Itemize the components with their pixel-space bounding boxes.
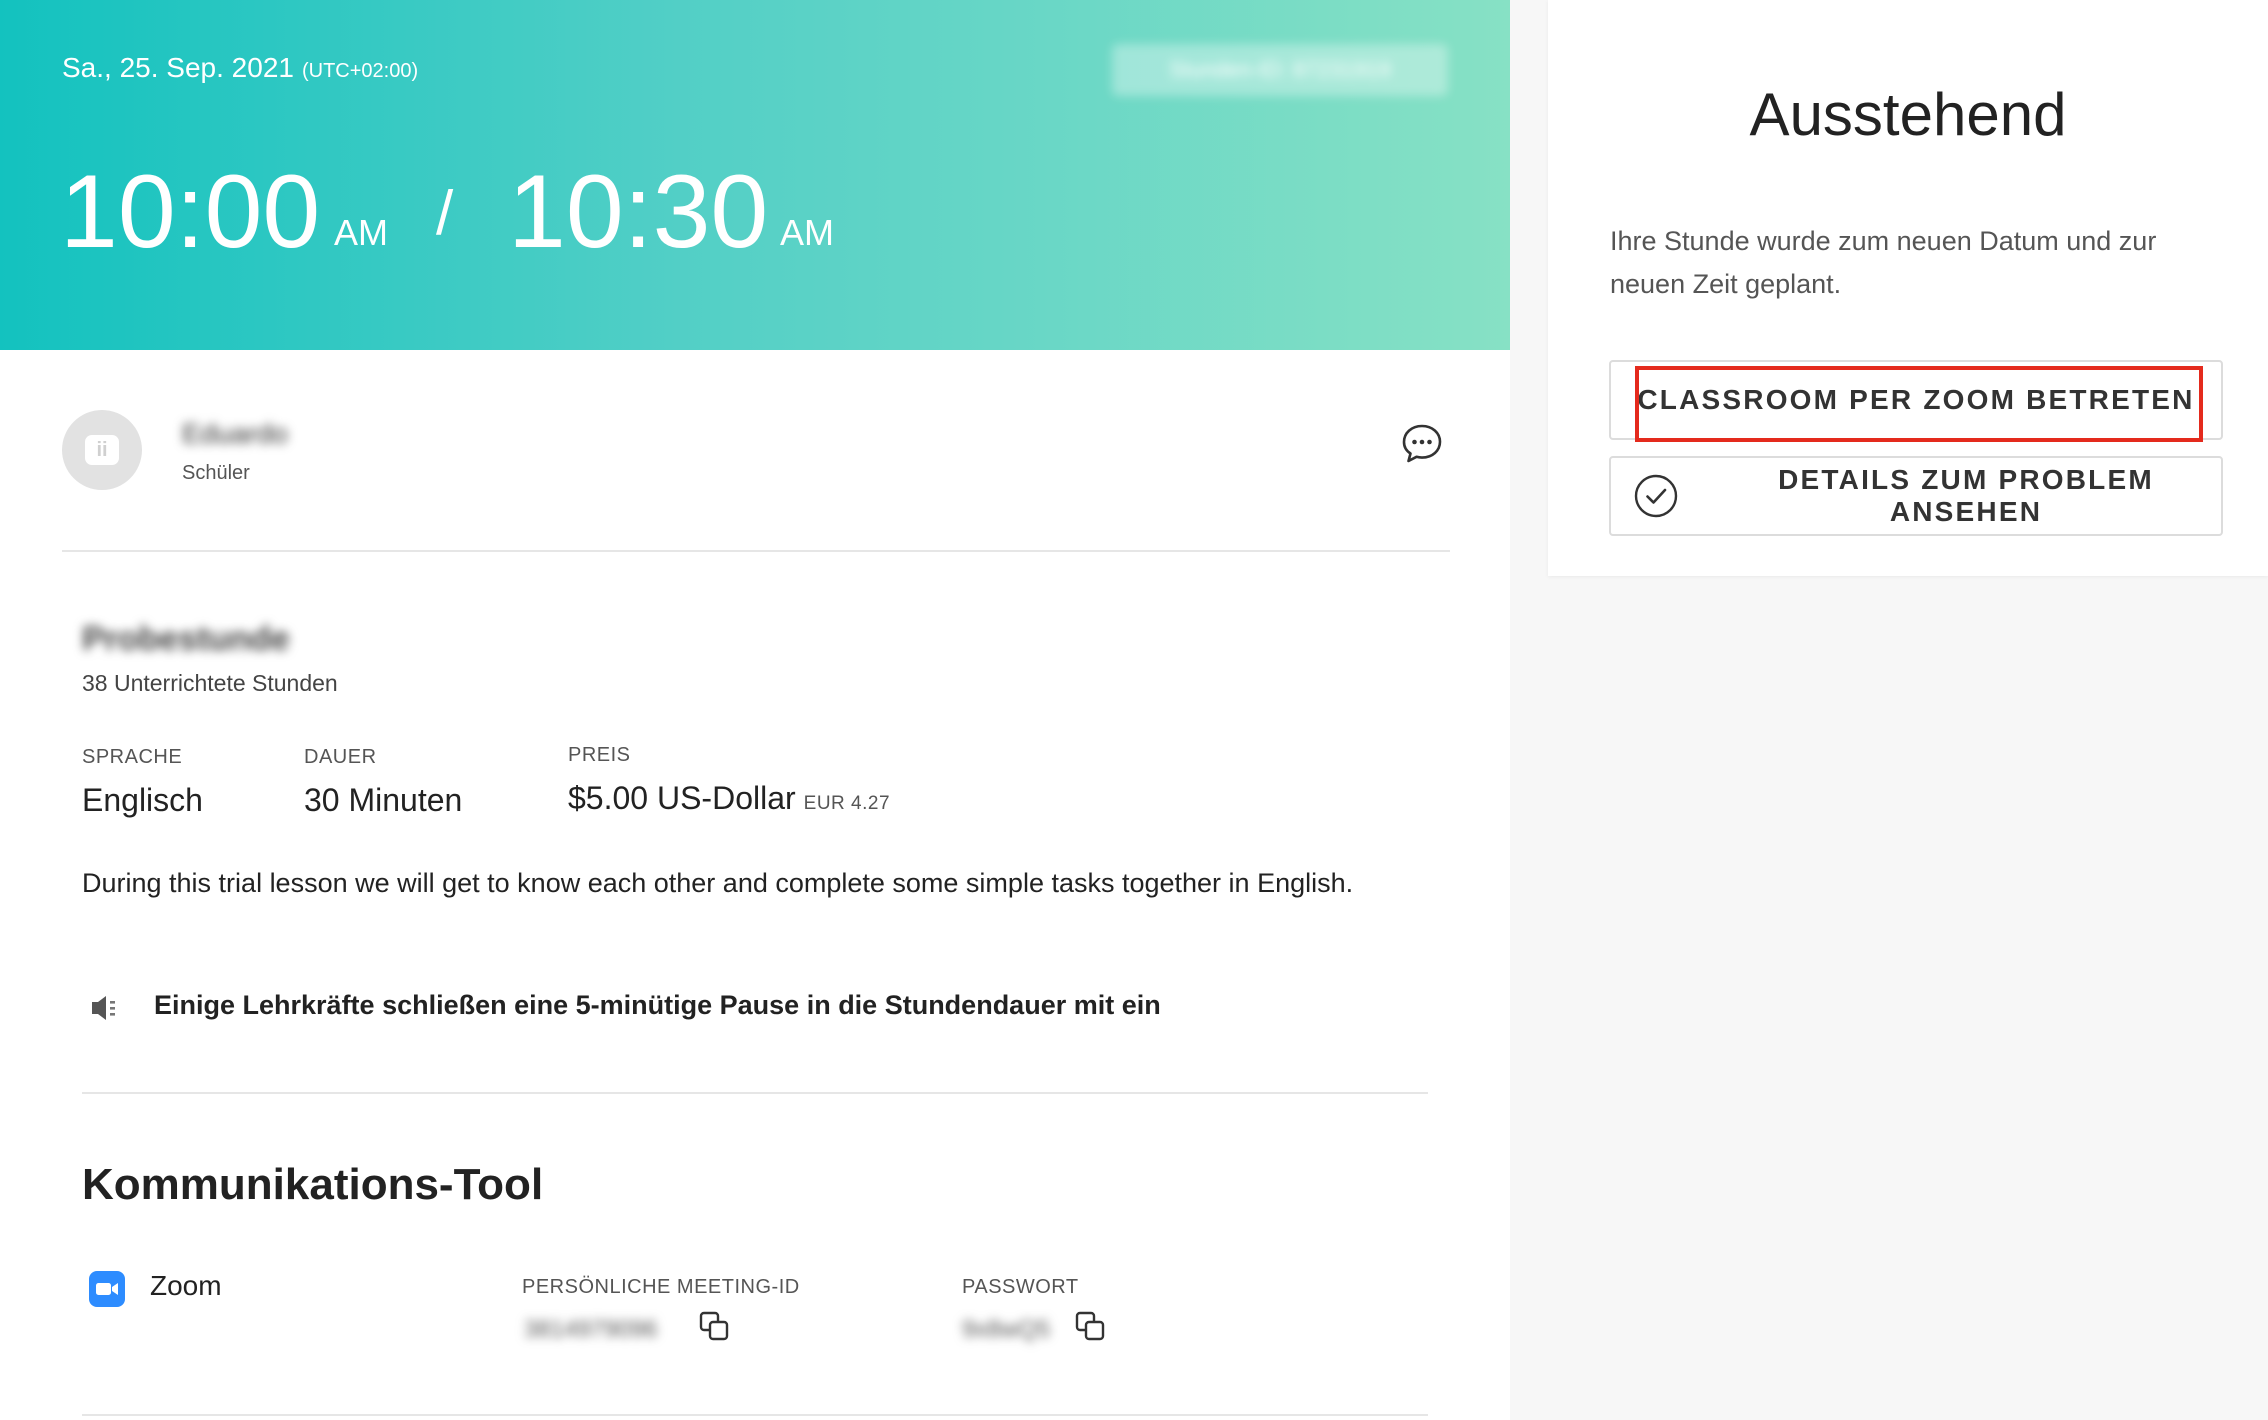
status-description: Ihre Stunde wurde zum neuen Datum und zu… [1610,226,2157,299]
lesson-title: Probestunde [82,620,290,658]
divider [62,550,1450,552]
duration-label: DAUER [304,746,377,768]
price-label: PREIS [568,744,631,766]
join-zoom-classroom-button[interactable]: CLASSROOM PER ZOOM BETRETEN [1609,360,2223,442]
student-name[interactable]: Eduardo [182,418,288,450]
divider [82,1414,1428,1416]
password-value: 9x8wQ5 [962,1316,1051,1343]
view-problem-details-button[interactable]: DETAILS ZUM PROBLEM ANSEHEN [1609,456,2223,536]
price-usd: $5.00 US-Dollar [568,780,796,816]
date-text: Sa., 25. Sep. 2021 [62,52,294,83]
lessons-taught-count: 38 Unterrichtete Stunden [82,670,338,696]
end-time: 10:30 [508,154,769,270]
lesson-details-panel: Sa., 25. Sep. 2021 (UTC+02:00) Stunden-ID… [0,0,1510,1420]
price-local-currency: EUR 4.27 [803,793,891,814]
break-notice: Einige Lehrkräfte schließen eine 5-minüt… [154,990,1161,1020]
speaker-icon [88,990,124,1026]
lesson-description: During this trial lesson we will get to … [82,868,1354,898]
price-value: $5.00 US-Dollar EUR 4.27 [568,780,890,817]
language-value: Englisch [82,782,203,818]
lesson-date: Sa., 25. Sep. 2021 (UTC+02:00) [62,52,418,84]
lesson-id-badge: Stunden-ID: 87231919 [1112,44,1448,96]
view-problem-details-label: DETAILS ZUM PROBLEM ANSEHEN [1778,464,2154,527]
meeting-id-value: 3814979096 [524,1316,658,1343]
avatar-placeholder-icon: ii [85,435,119,465]
status-panel: Ausstehend Ihre Stunde wurde zum neuen D… [1548,0,2268,576]
timezone-text: (UTC+02:00) [301,60,419,82]
status-title: Ausstehend [1749,81,2067,148]
copy-icon[interactable] [1074,1310,1108,1344]
meeting-id-label: PERSÖNLICHE MEETING-ID [522,1276,800,1298]
time-separator: / [436,179,454,248]
password-label: PASSWORT [962,1276,1079,1298]
check-circle-icon [1633,473,1679,519]
tool-name: Zoom [150,1270,222,1301]
language-label: SPRACHE [82,746,183,768]
start-period: AM [334,212,388,253]
zoom-camera-icon [88,1270,126,1308]
avatar[interactable]: ii [62,410,142,490]
chat-bubble-icon[interactable] [1400,422,1444,466]
start-time: 10:00 [60,154,321,270]
lesson-time-header: Sa., 25. Sep. 2021 (UTC+02:00) Stunden-ID… [0,0,1510,350]
communication-tool-heading: Kommunikations-Tool [82,1160,544,1209]
end-period: AM [780,212,834,253]
student-role: Schüler [182,462,250,484]
join-zoom-label: CLASSROOM PER ZOOM BETRETEN [1637,384,2195,415]
duration-value: 30 Minuten [304,782,463,818]
divider [82,1092,1428,1094]
copy-icon[interactable] [698,1310,732,1344]
